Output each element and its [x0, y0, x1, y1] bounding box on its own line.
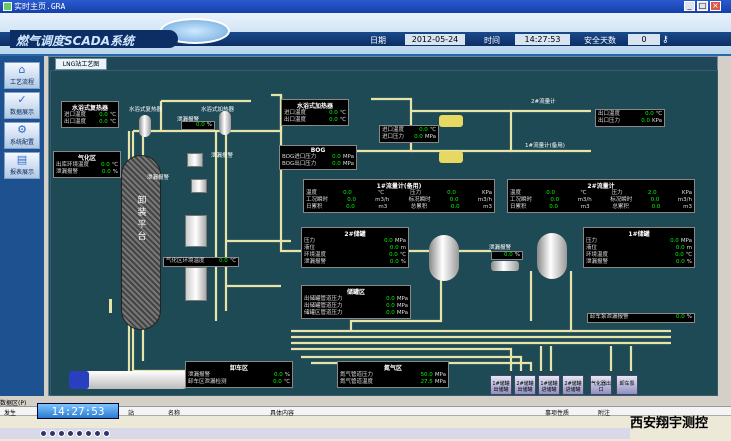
vaporizer-2: [191, 179, 207, 193]
storage-tank-2: [429, 235, 459, 281]
gear-icon: ⚙: [17, 123, 27, 136]
panel-tank-2: 2#储罐 压力 0.0 MPa 液位 0.0 m 环境温度 0.0 ℃ 泄漏报警 0.0%: [301, 227, 409, 268]
heater-leak-value: 0.0%: [181, 121, 215, 130]
maximize-button[interactable]: □: [697, 1, 708, 11]
next-icon[interactable]: [67, 430, 74, 437]
panel-gasifier: 气化区 出库环境温度 0.0 ℃ 泄漏报警 0.0%: [53, 151, 121, 178]
back-icon[interactable]: [49, 430, 56, 437]
home-icon: ⌂: [18, 63, 26, 76]
close-button[interactable]: ×: [710, 1, 721, 11]
pipe-readout: 进口温度 0.0 ℃ 进口压力 0.0 MPa: [379, 125, 439, 143]
unload-pump: [491, 261, 519, 271]
station-button-6[interactable]: 卸车泵: [616, 375, 638, 395]
panel-nitrogen: 氮气区 氮气管道压力 50.0 MPa 氮气管道温度 27.5 MPa: [337, 361, 449, 388]
station-button-1[interactable]: 1#储罐出储罐: [490, 375, 512, 395]
station-button-3[interactable]: 1#储罐进储罐: [538, 375, 560, 395]
col-note: 附注: [598, 410, 611, 417]
panel-flowmeter-1: 1#流量计(备用) 温度 0.0 ℃ 压力 0.0 KPa 工况瞬时 0.0 m3/h 标况瞬时…: [303, 179, 495, 213]
process-canvas: 卸 装 平 台 水浴式复热器 进口温度 0.0 ℃ 出口温度 0.0 ℃ 水浴式复热器 …: [50, 70, 718, 396]
truck-platform: 卸 装 平 台: [121, 155, 161, 330]
report-icon: ▤: [16, 153, 28, 166]
station-button-5[interactable]: 气化器出口: [590, 375, 612, 395]
watermark: 西安翔宇测控: [630, 416, 709, 431]
sidebar-item-data[interactable]: ✓ 数据展示: [4, 92, 40, 119]
vaporizer-1: [187, 153, 203, 167]
flowmeter-2-label: 2#流量计: [531, 99, 556, 105]
pump-leak-box: 卸车泵泄漏报警 0.0%: [587, 313, 695, 323]
tank-leak-label: 泄漏报警: [489, 245, 512, 251]
storage-tank-1: [537, 233, 567, 279]
col-content: 具体内容: [270, 410, 295, 417]
time-value: 14:27:53: [515, 34, 570, 45]
safe-days-value: 0: [628, 34, 660, 45]
panel-tank-1: 1#储罐 压力 0.0 MPa 液位 0.0 m 环境温度 0.0 ℃ 泄漏报警 0.0%: [583, 227, 695, 268]
app-icon: [3, 2, 12, 11]
sidebar-item-report[interactable]: ▤ 报表展示: [4, 152, 40, 179]
system-name: 燃气调度SCADA系统: [10, 30, 178, 48]
prev-icon[interactable]: [58, 430, 65, 437]
pipe-post: [109, 299, 112, 313]
toolbar-icons: [40, 430, 112, 439]
sidebar-item-process[interactable]: ⌂ 工艺流程: [4, 62, 40, 89]
flowmeter-1-label: 1#流量计(备用): [525, 143, 565, 149]
refresh-icon[interactable]: [85, 430, 92, 437]
window-title: 实时主页.GRA: [14, 2, 66, 11]
tab-process-diagram[interactable]: LNG站工艺图: [55, 58, 107, 70]
clock-display: 14:27:53: [37, 403, 119, 419]
minimize-button[interactable]: _: [684, 1, 695, 11]
panel-flowmeter-2: 2#流量计 温度 0.0 ℃ 压力 2.0 KPa 工况瞬时 0.0 m3/h 标况瞬时 0.0 m…: [507, 179, 695, 213]
panel-bog: BOG BOG进口压力 0.0 MPa BOG出口压力 0.0 MPa: [279, 145, 357, 170]
panel-storage: 储罐区 出储罐管道压力 0.0 MPa 出储罐管道压力 0.0 MPa 储罐区管道压力 0…: [301, 285, 411, 319]
truck-cab-icon: [69, 371, 89, 389]
sidebar: ⌂ 工艺流程 ✓ 数据展示 ⚙ 系统配置 ▤ 报表展示: [0, 56, 44, 396]
time-label: 时间: [484, 36, 500, 45]
water-bath-heater: [219, 111, 231, 135]
panel-water-heater: 水浴式加热器 进口温度 0.0 ℃ 出口温度 0.0 ℃: [281, 99, 349, 126]
chart-icon: ✓: [17, 93, 27, 106]
window-titlebar: 实时主页.GRA _ □ ×: [0, 0, 731, 13]
stop-icon[interactable]: [76, 430, 83, 437]
gas-leak-label-1: 泄漏报警: [211, 153, 234, 159]
panel-unload: 卸车区 泄漏报警 0.0% 卸车区泄漏检测 0.0 ℃: [185, 361, 293, 388]
col-time: 发生: [4, 410, 17, 417]
col-station: 站: [128, 410, 135, 417]
panel-outlet: 出口温度 0.0 ℃ 出口压力 0.0 KPa: [595, 109, 665, 127]
vapor-temp-box: 气化区环境温度 0.0 ℃: [163, 257, 239, 267]
flowmeter-2-body: [439, 115, 463, 127]
gas-leak-label-2: 泄漏报警: [147, 175, 170, 181]
vaporizer-3: [185, 215, 207, 247]
bottom-toolbar: [0, 428, 630, 439]
water-bath-reheater: [139, 115, 151, 137]
home-icon[interactable]: [40, 430, 47, 437]
sidebar-item-config[interactable]: ⚙ 系统配置: [4, 122, 40, 149]
col-type: 事项性质: [545, 410, 570, 417]
header: 燃气调度SCADA系统 日期 2012-05-24 时间 14:27:53 安全…: [0, 13, 731, 56]
date-label: 日期: [370, 36, 386, 45]
station-button-4[interactable]: 2#储罐进储罐: [562, 375, 584, 395]
station-button-2[interactable]: 2#储罐出储罐: [514, 375, 536, 395]
vaporizer-4: [185, 267, 207, 301]
reheater-label: 水浴式复热器: [129, 107, 163, 113]
heater-label: 水浴式加热器: [201, 107, 235, 113]
panel-water-bath: 水浴式复热器 进口温度 0.0 ℃ 出口温度 0.0 ℃: [61, 101, 119, 128]
print-icon[interactable]: [94, 430, 101, 437]
tank-leak-value: 0.0%: [491, 251, 523, 260]
key-icon[interactable]: ⚷: [662, 35, 672, 45]
col-name: 名称: [168, 410, 181, 417]
flowmeter-1-body: [439, 151, 463, 163]
safe-days-label: 安全天数: [584, 36, 616, 45]
date-value: 2012-05-24: [405, 34, 465, 45]
settings-icon[interactable]: [103, 430, 110, 437]
